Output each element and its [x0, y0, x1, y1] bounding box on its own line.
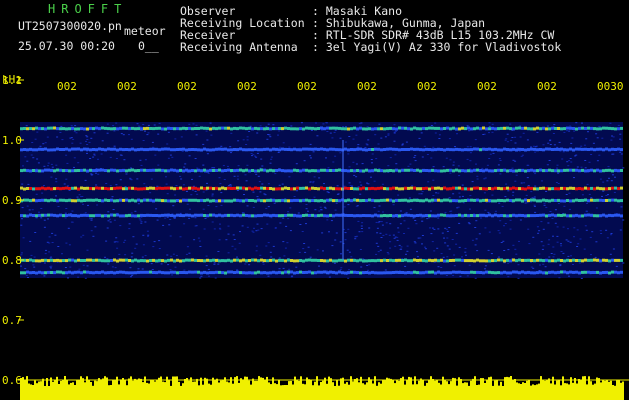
signal-band: [20, 258, 623, 263]
x-tick-label: 0030: [597, 80, 624, 93]
x-tick-label: 002: [117, 80, 137, 93]
spectrogram: 1.11.00.90.80.70.6002 002 002 002 002 002 002 0…: [2, 74, 629, 400]
x-tick-label: 002: [237, 80, 257, 93]
x-tick-label: 002: [477, 80, 497, 93]
x-tick-label: 002: [297, 80, 317, 93]
x-tick-label: 002: [57, 80, 77, 93]
x-tick-label: 002: [417, 80, 437, 93]
x-tick-label: 002: [177, 80, 197, 93]
x-tick-label: 002: [357, 80, 377, 93]
x-tick-label: 002: [537, 80, 557, 93]
